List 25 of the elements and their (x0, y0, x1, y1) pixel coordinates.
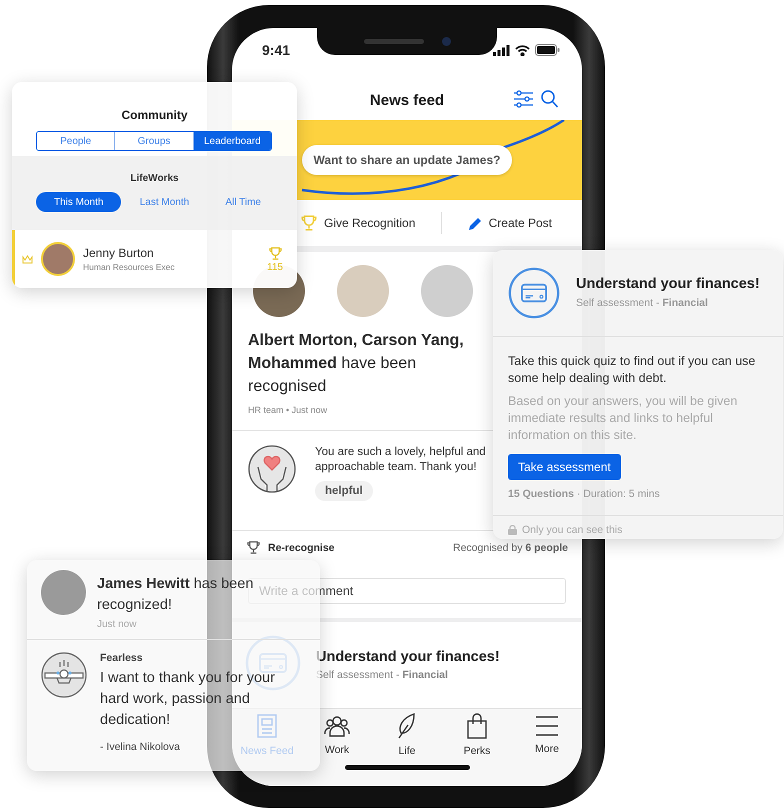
recognised-count: Recognised by 6 people (453, 542, 568, 554)
recognition-message: You are such a lovely, helpful and approachable team. Thank you! (315, 445, 487, 475)
post-title: Understand your finances! (316, 649, 500, 665)
card-details: Based on your answers, you will be given immediate results and links to helpful information on this site. (508, 393, 738, 444)
privacy-note: Only you can see this (522, 524, 622, 536)
post-subtitle: Self assessment - Financial (316, 669, 449, 681)
clock-time: 9:41 (262, 42, 290, 58)
card-title: Community (120, 108, 188, 122)
post-meta: HR team • Just now (248, 404, 328, 417)
page-title: News feed (370, 92, 444, 109)
post-headline: Albert Morton, Carson Yang, Mohammed have been recognised (248, 331, 465, 397)
value-tag: helpful (315, 481, 373, 501)
leader-name: Jenny Burton (83, 246, 155, 260)
assessment-stats: 15 Questions · Duration: 5 mins (508, 488, 661, 500)
card-subtitle: Self assessment - Financial (576, 297, 709, 309)
quote-author: - Ivelina Nikolova (100, 741, 180, 753)
recognition-quote: I want to thank you for your hard work, passion and dedication! (100, 669, 276, 730)
organization-name: LifeWorks (130, 173, 179, 184)
leader-role: Human Resources Exec (83, 262, 175, 272)
leader-score: 115 (267, 262, 283, 272)
notification-time: Just now (97, 619, 138, 630)
card-title: Understand your finances! (576, 276, 760, 292)
card-description: Take this quick quiz to find out if you can use some help dealing with debt. (508, 353, 756, 387)
badge-name: Fearless (100, 652, 144, 664)
notification-headline: James Hewitt has been recognized! (97, 575, 254, 615)
